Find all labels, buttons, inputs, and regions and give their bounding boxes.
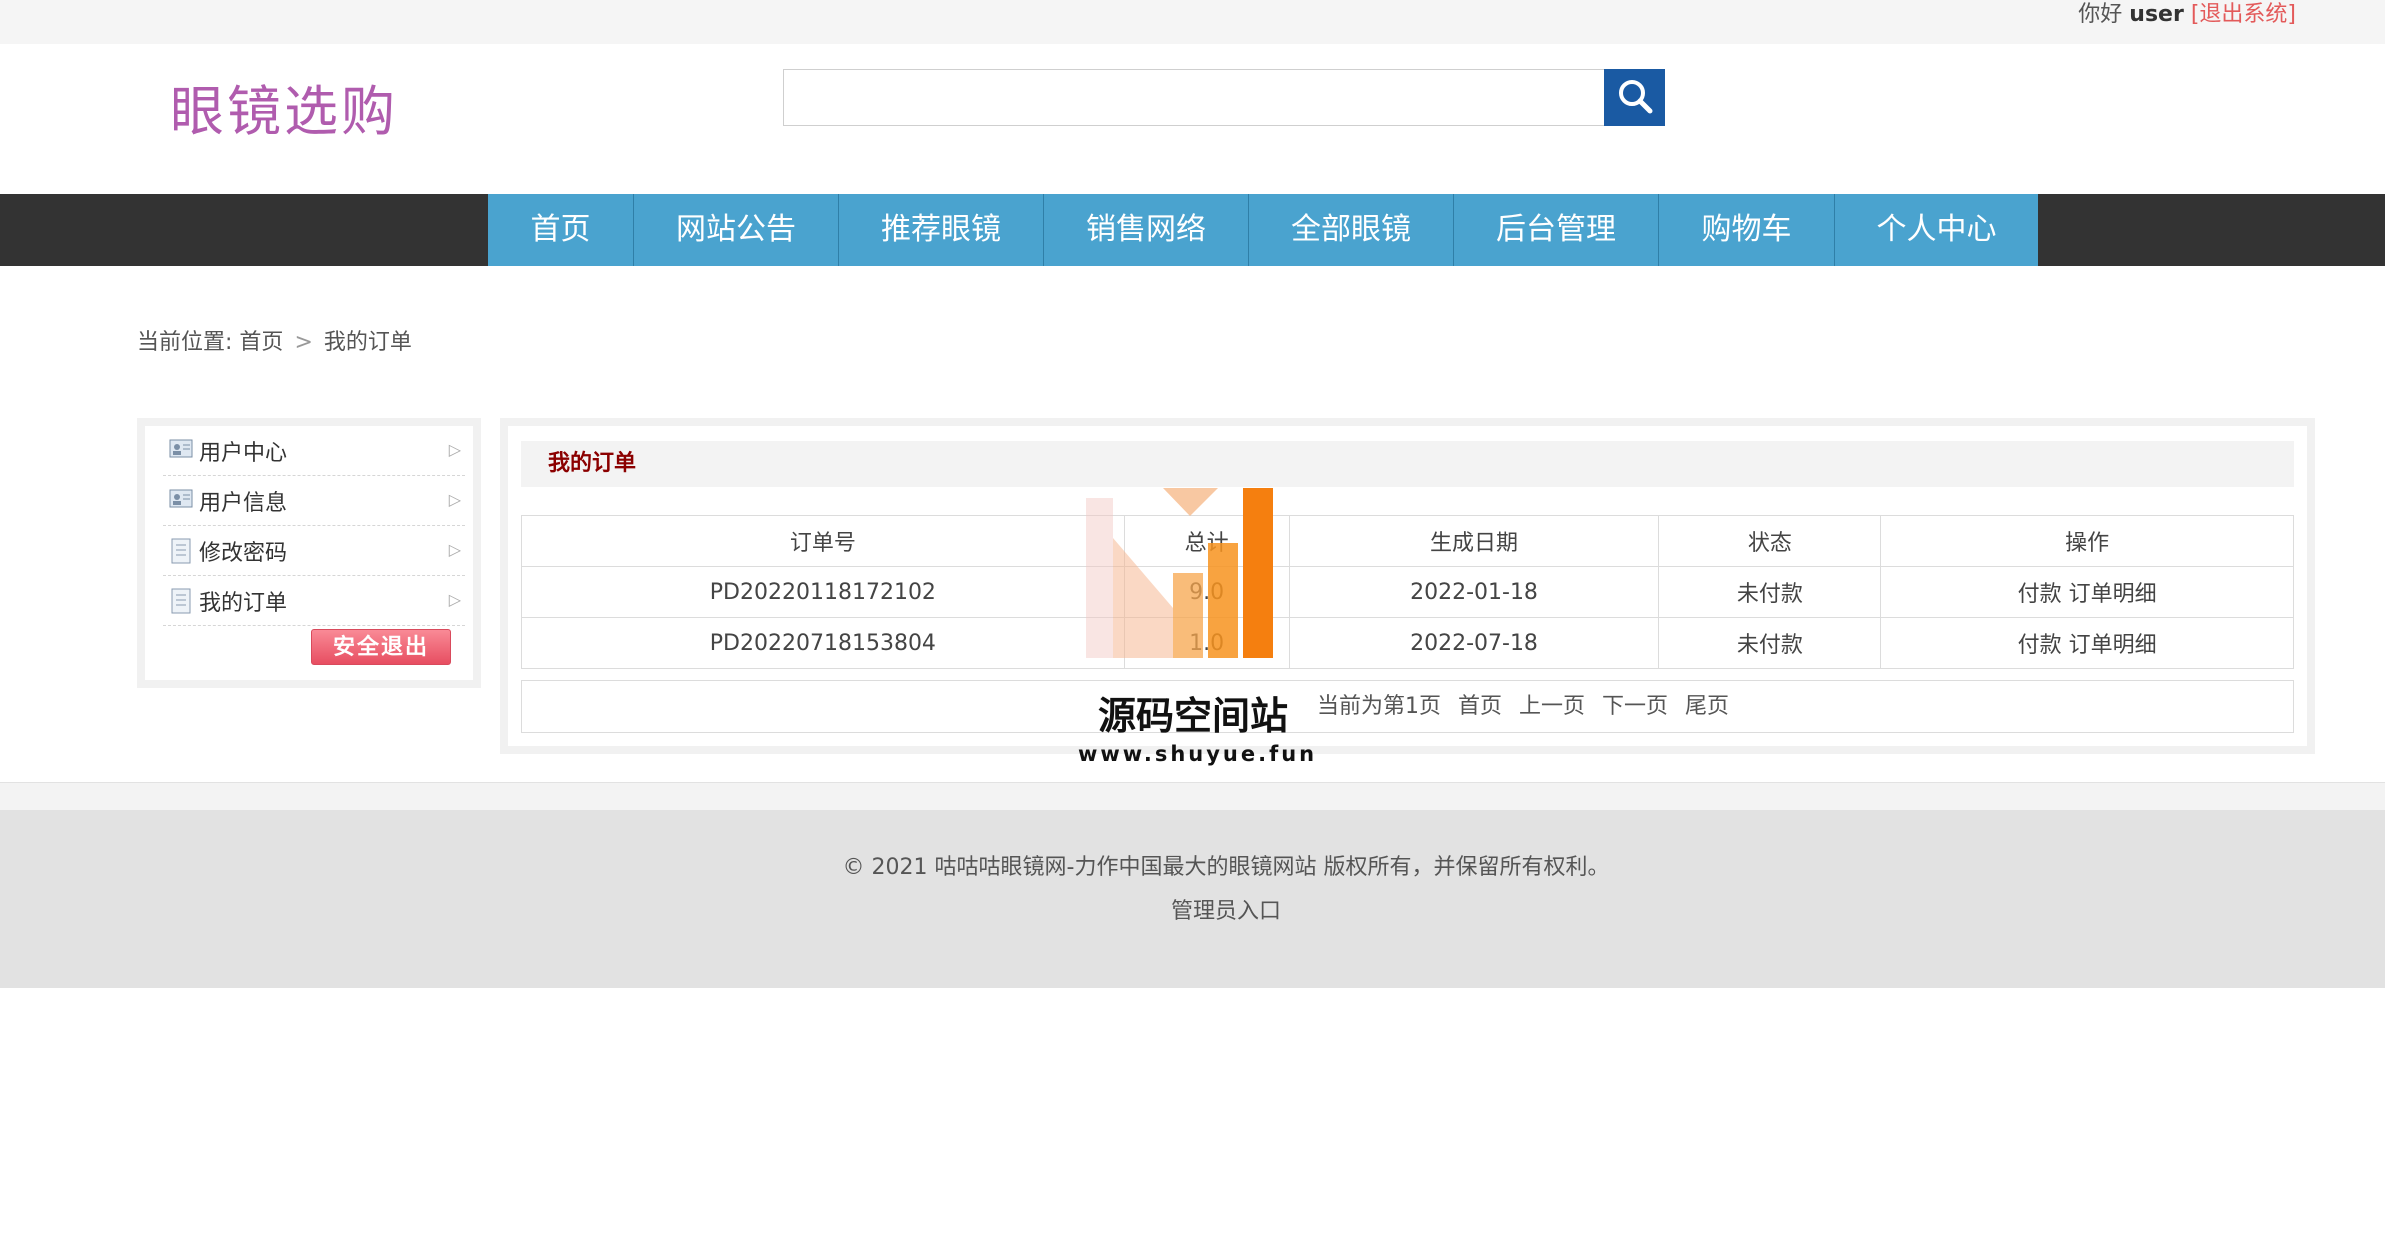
- breadcrumb-home[interactable]: 首页: [239, 330, 283, 355]
- column-header-status: 状态: [1658, 515, 1882, 567]
- date-cell: 2022-01-18: [1288, 566, 1660, 618]
- user-greeting: 你好 user [退出系统]: [2078, 0, 2296, 30]
- column-header-order-no: 订单号: [521, 515, 1125, 567]
- orders-panel: 我的订单 订单号 总计 生成日期 状态 操作 PD20220118172102 …: [500, 418, 2315, 754]
- order-detail-link[interactable]: 订单明细: [2069, 582, 2157, 607]
- username: user: [2129, 2, 2184, 27]
- footer-copyright: © 2021 咕咕咕眼镜网-力作中国最大的眼镜网站 版权所有，并保留所有权利。: [842, 855, 1610, 880]
- watermark: 源码空间站 www.shuyue.fun: [1078, 488, 1318, 778]
- greeting-text: 你好: [2078, 2, 2123, 27]
- actions-cell: 付款 订单明细: [1880, 566, 2294, 618]
- orders-table: 订单号 总计 生成日期 状态 操作 PD20220118172102 9.0 2…: [521, 515, 2294, 669]
- document-icon: [169, 538, 193, 564]
- nav-item-sales-network[interactable]: 销售网络: [1044, 194, 1249, 266]
- main-navbar: 首页 网站公告 推荐眼镜 销售网络 全部眼镜 后台管理 购物车 个人中心: [0, 194, 2385, 266]
- chevron-right-icon: ▷: [448, 540, 461, 559]
- chevron-right-icon: ▷: [448, 590, 461, 609]
- admin-entry-link[interactable]: 管理员入口: [0, 897, 2385, 927]
- nav-item-announcements[interactable]: 网站公告: [634, 194, 839, 266]
- sidebar-item-label: 修改密码: [199, 541, 288, 566]
- order-no-cell: PD20220118172102: [521, 566, 1125, 618]
- sidebar-item-my-orders[interactable]: 我的订单 ▷: [163, 576, 465, 626]
- pagination-current: 当前为第1页: [1317, 694, 1441, 719]
- pay-link[interactable]: 付款: [2018, 633, 2062, 658]
- table-row: PD20220718153804 1.0 2022-07-18 未付款 付款 订…: [521, 617, 2294, 669]
- user-card-icon: [169, 488, 193, 510]
- search-input[interactable]: [783, 69, 1605, 126]
- sidebar-item-label: 用户中心: [199, 441, 288, 466]
- column-header-actions: 操作: [1880, 515, 2294, 567]
- panel-title: 我的订单: [548, 451, 637, 476]
- order-detail-link[interactable]: 订单明细: [2069, 633, 2157, 658]
- nav-item-all-glasses[interactable]: 全部眼镜: [1249, 194, 1454, 266]
- breadcrumb-separator: >: [294, 330, 313, 355]
- nav-item-admin[interactable]: 后台管理: [1454, 194, 1659, 266]
- nav-item-cart[interactable]: 购物车: [1659, 194, 1835, 266]
- logout-link[interactable]: [退出系统]: [2191, 2, 2296, 27]
- site-footer: © 2021 咕咕咕眼镜网-力作中国最大的眼镜网站 版权所有，并保留所有权利。 …: [0, 810, 2385, 988]
- pagination-last[interactable]: 尾页: [1685, 694, 1729, 719]
- sidebar-item-change-password[interactable]: 修改密码 ▷: [163, 526, 465, 576]
- search-icon: [1615, 76, 1655, 119]
- sidebar-item-label: 我的订单: [199, 591, 288, 616]
- nav-item-recommended[interactable]: 推荐眼镜: [839, 194, 1044, 266]
- status-cell: 未付款: [1658, 566, 1882, 618]
- safe-logout-button[interactable]: 安全退出: [311, 629, 451, 665]
- status-cell: 未付款: [1658, 617, 1882, 669]
- document-icon: [169, 588, 193, 614]
- watermark-url: www.shuyue.fun: [1078, 742, 1318, 766]
- breadcrumb-prefix: 当前位置:: [137, 330, 233, 355]
- chevron-right-icon: ▷: [448, 490, 461, 509]
- watermark-logo-icon: [1086, 488, 1273, 658]
- site-logo[interactable]: 眼镜选购: [170, 75, 398, 149]
- pay-link[interactable]: 付款: [2018, 582, 2062, 607]
- date-cell: 2022-07-18: [1288, 617, 1660, 669]
- top-bar: 你好 user [退出系统]: [0, 0, 2385, 44]
- user-card-icon: [169, 438, 193, 460]
- sidebar-item-label: 用户信息: [199, 491, 288, 516]
- actions-cell: 付款 订单明细: [1880, 617, 2294, 669]
- nav-item-personal-center[interactable]: 个人中心: [1835, 194, 2038, 266]
- table-header-row: 订单号 总计 生成日期 状态 操作: [521, 515, 2294, 567]
- main-nav: 首页 网站公告 推荐眼镜 销售网络 全部眼镜 后台管理 购物车 个人中心: [488, 194, 2038, 266]
- breadcrumb: 当前位置: 首页 > 我的订单: [137, 328, 412, 358]
- pagination-next[interactable]: 下一页: [1602, 694, 1668, 719]
- search-button[interactable]: [1604, 69, 1665, 126]
- footer-separator: [0, 782, 2385, 810]
- breadcrumb-current: 我的订单: [323, 330, 412, 355]
- pagination: 当前为第1页 首页 上一页 下一页 尾页: [521, 680, 2294, 733]
- nav-item-home[interactable]: 首页: [488, 194, 634, 266]
- watermark-title: 源码空间站: [1097, 694, 1288, 738]
- sidebar-item-user-info[interactable]: 用户信息 ▷: [163, 476, 465, 526]
- user-sidebar: 用户中心 ▷ 用户信息 ▷ 修改密码 ▷ 我的订单 ▷ 安全退出: [137, 418, 481, 688]
- order-no-cell: PD20220718153804: [521, 617, 1125, 669]
- pagination-first[interactable]: 首页: [1458, 694, 1502, 719]
- pagination-prev[interactable]: 上一页: [1519, 694, 1585, 719]
- table-row: PD20220118172102 9.0 2022-01-18 未付款 付款 订…: [521, 566, 2294, 618]
- panel-title-bar: 我的订单: [521, 441, 2294, 487]
- chevron-right-icon: ▷: [448, 440, 461, 459]
- sidebar-item-user-center[interactable]: 用户中心 ▷: [163, 426, 465, 476]
- column-header-date: 生成日期: [1288, 515, 1660, 567]
